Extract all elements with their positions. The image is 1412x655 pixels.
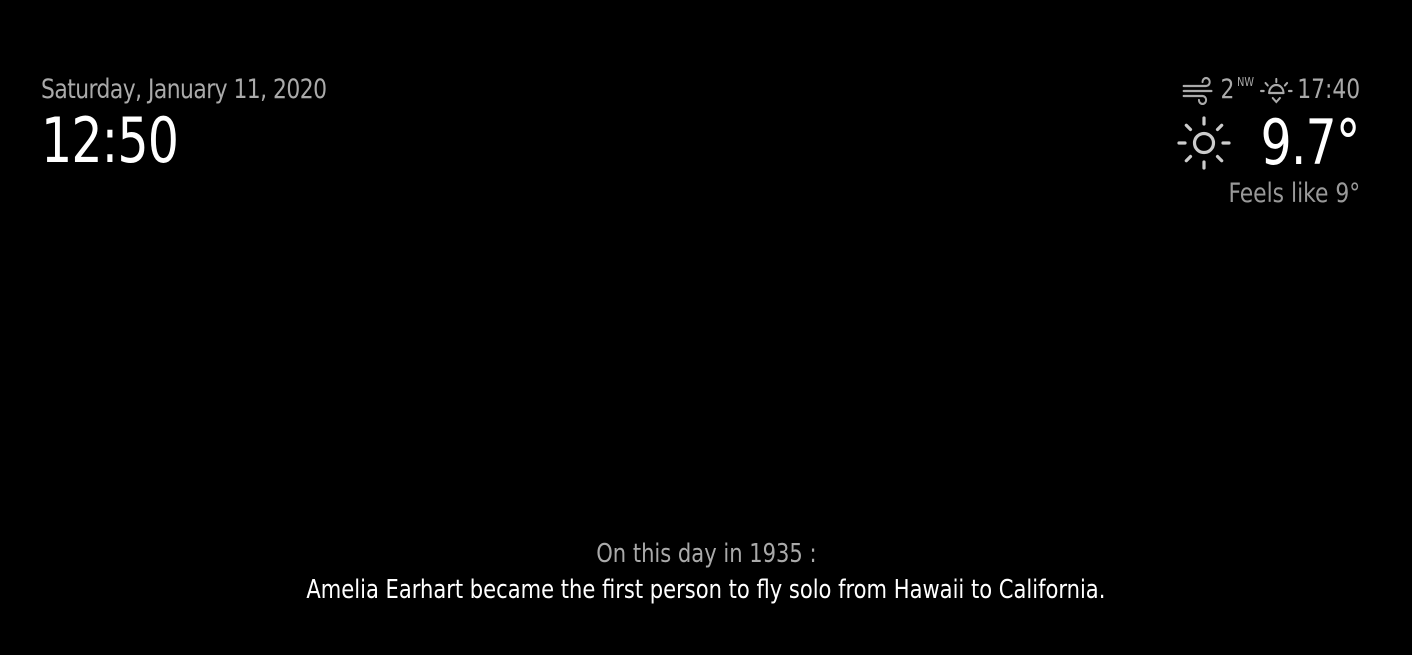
clock-time: 12:50 [41, 104, 179, 177]
wind-speed: 2 [1220, 74, 1235, 105]
weather-current-row: 9.7° [1161, 106, 1361, 179]
history-module: On this day in 1935 : Amelia Earhart bec… [0, 536, 1412, 608]
weather-details-row: 2 NW 17:40 [1181, 72, 1360, 108]
wind-icon [1182, 76, 1213, 105]
sun-icon [1177, 116, 1232, 170]
clock-module: Saturday, January 11, 2020 12:50 [41, 72, 358, 172]
sunset-icon [1260, 77, 1293, 104]
history-event: Amelia Earhart became the first person t… [306, 575, 1106, 605]
mirror-screen: Saturday, January 11, 2020 12:50 2 NW 17… [0, 0, 1412, 655]
wind-direction: NW [1236, 75, 1254, 89]
sunset-time: 17:40 [1297, 74, 1360, 105]
history-heading: On this day in 1935 : [595, 539, 817, 569]
clock-date: Saturday, January 11, 2020 [41, 74, 327, 105]
weather-module: 2 NW 17:40 9.7° Feels like 9° [1161, 72, 1361, 212]
feels-like: Feels like 9° [1228, 178, 1360, 209]
temperature: 9.7° [1260, 106, 1361, 179]
